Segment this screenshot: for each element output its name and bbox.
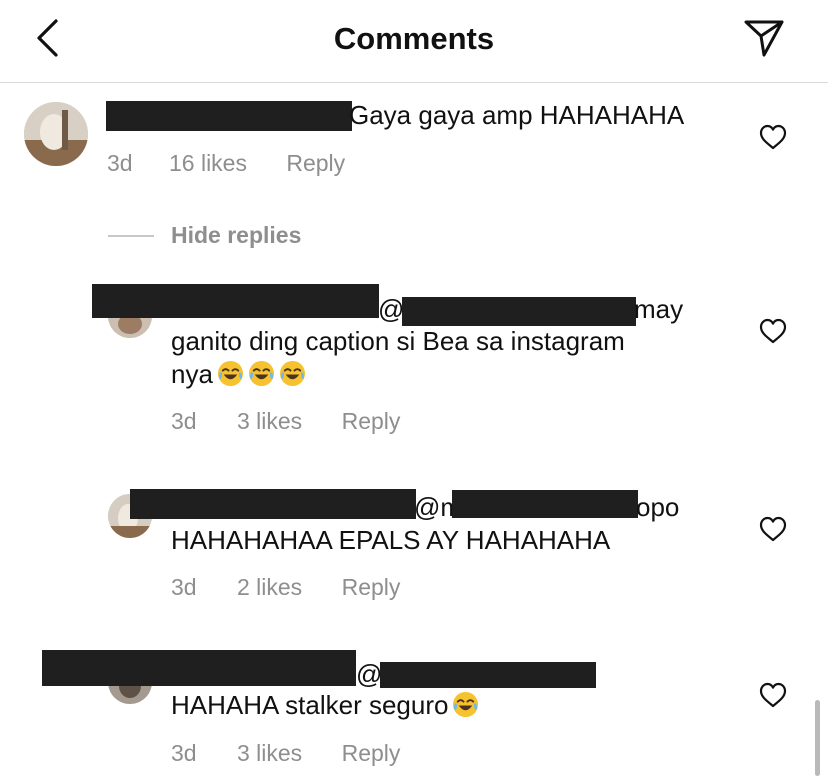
comment-meta: 3d 2 likes Reply [171,573,400,601]
comment-text: HAHAHA stalker seguro [171,689,479,722]
comments-header: Comments [0,0,828,83]
share-button[interactable] [742,16,786,60]
comment-text: HAHAHAHAA EPALS AY HAHAHAHA [171,525,611,555]
comment-time: 3d [107,150,133,176]
face-with-tears-of-joy-emoji [279,360,305,387]
hide-replies-button[interactable]: Hide replies [171,221,301,249]
comment-time: 3d [171,740,197,766]
comment-text: Gaya gaya amp HAHAHAHA [349,100,685,130]
redacted-mention [452,490,638,518]
comment-likes[interactable]: 3 likes [237,407,302,435]
redacted-username [106,101,352,131]
comment-text: opo [636,492,680,522]
mention-handle[interactable]: @ [356,658,382,691]
redacted-username [130,489,416,519]
reply-button[interactable]: Reply [342,739,401,767]
redacted-username [42,650,356,686]
heart-outline-icon[interactable] [759,682,787,708]
scrollbar[interactable] [815,700,820,776]
comment-text: nya [171,358,306,391]
comment-text-fragment: nya [171,359,213,389]
face-with-tears-of-joy-emoji [453,691,479,718]
comment-likes[interactable]: 2 likes [237,573,302,601]
comment-likes[interactable]: 3 likes [237,739,302,767]
reply-button[interactable]: Reply [342,573,401,601]
heart-outline-icon[interactable] [759,318,787,344]
face-with-tears-of-joy-emoji [217,360,243,387]
hide-replies-line [108,235,154,237]
face-with-tears-of-joy-emoji [248,360,274,387]
heart-outline-icon[interactable] [759,516,787,542]
comment-text-fragment: HAHAHA stalker seguro [171,690,449,720]
comment-likes[interactable]: 16 likes [169,149,247,177]
redacted-mention [402,297,636,326]
paper-plane-icon [744,20,784,57]
redacted-mention [380,662,596,688]
comment-time: 3d [171,574,197,600]
redacted-username [92,284,379,318]
reply-button[interactable]: Reply [286,149,345,177]
reply-button[interactable]: Reply [342,407,401,435]
avatar[interactable] [24,102,88,166]
mention-handle[interactable]: @ [378,293,404,326]
heart-outline-icon[interactable] [759,124,787,150]
comment-time: 3d [171,408,197,434]
page-title: Comments [333,21,495,56]
comment-text: ganito ding caption si Bea sa instagram [171,326,625,356]
comment-meta: 3d 3 likes Reply [171,407,400,435]
comment-meta: 3d 3 likes Reply [171,739,400,767]
comment-meta: 3d 16 likes Reply [107,149,345,177]
comment-text: may [634,294,684,324]
